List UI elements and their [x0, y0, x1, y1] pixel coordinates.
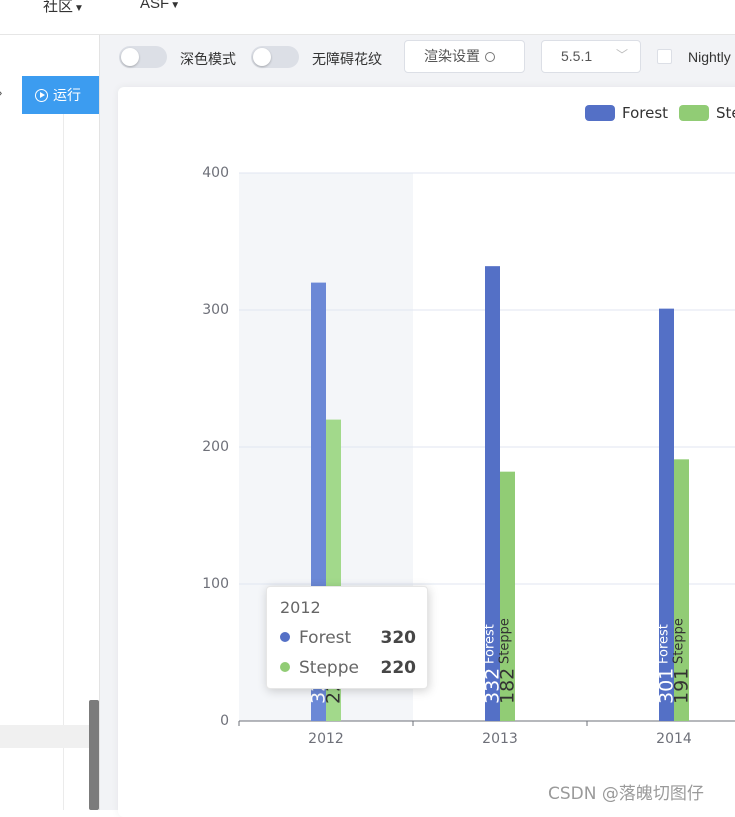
series-dot-icon — [280, 662, 290, 672]
data-label-series: Forest — [657, 624, 672, 664]
data-label-value: 182 — [497, 668, 519, 704]
data-label-series: Steppe — [672, 618, 687, 664]
chart-tooltip: 2012 Forest 320 Steppe 220 — [266, 586, 428, 689]
legend-swatch — [679, 105, 709, 121]
y-tick-label: 0 — [220, 713, 229, 729]
data-label-series: Steppe — [498, 618, 513, 664]
tooltip-title: 2012 — [280, 598, 321, 617]
legend-swatch — [585, 105, 615, 121]
y-tick-label: 200 — [202, 439, 229, 455]
legend-label: Forest — [622, 104, 668, 122]
y-tick-label: 100 — [202, 576, 229, 592]
x-tick-label: 2014 — [656, 731, 692, 747]
y-tick-label: 400 — [202, 165, 229, 181]
y-tick-label: 300 — [202, 302, 229, 318]
x-tick-label: 2012 — [308, 731, 344, 747]
data-label-group: 182 Steppe — [497, 618, 519, 704]
watermark: CSDN @落魄切图仔 — [548, 784, 704, 804]
series-dot-icon — [280, 632, 290, 642]
tooltip-series-name: Steppe — [299, 658, 359, 678]
data-label-group: 191 Steppe — [671, 618, 693, 704]
tooltip-row-steppe: Steppe 220 — [280, 658, 416, 680]
legend-label: Ste — [716, 104, 735, 122]
tooltip-series-name: Forest — [299, 628, 352, 648]
tooltip-row-forest: Forest 320 — [280, 628, 416, 650]
tooltip-series-value: 320 — [380, 628, 417, 648]
data-label-series: Forest — [483, 624, 498, 664]
x-tick-label: 2013 — [482, 731, 518, 747]
tooltip-series-value: 220 — [380, 658, 417, 678]
data-label-value: 191 — [671, 668, 693, 704]
